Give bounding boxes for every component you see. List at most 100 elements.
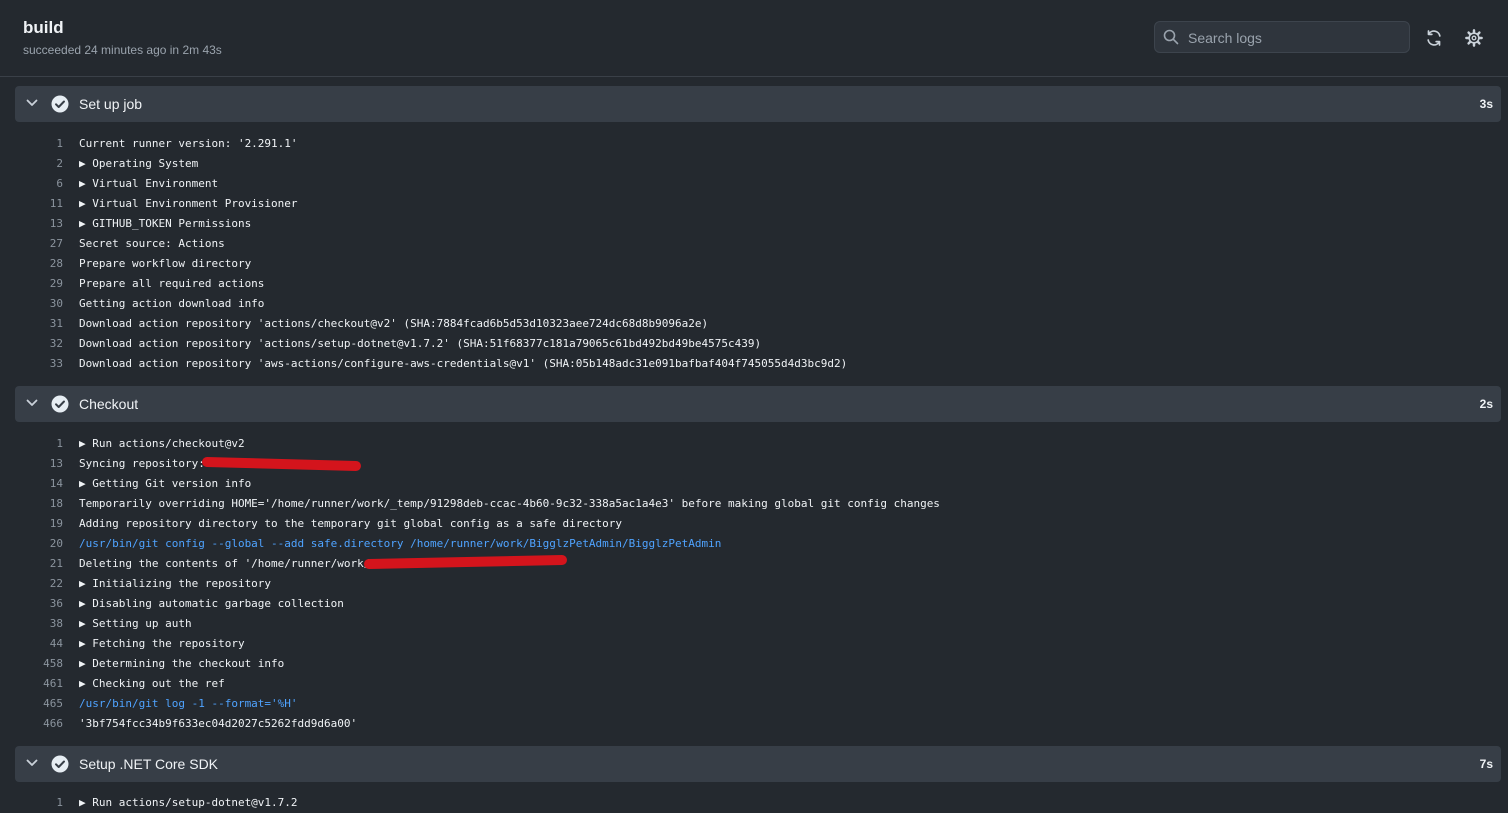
line-text: ▶ Determining the checkout info: [79, 657, 285, 670]
line-text: Download action repository 'aws-actions/…: [79, 357, 848, 370]
line-text: ▶ Operating System: [79, 157, 199, 170]
line-number[interactable]: 14: [50, 474, 63, 494]
line-text: ▶ Fetching the repository: [79, 637, 245, 650]
line-text: ▶ Getting Git version info: [79, 477, 252, 490]
line-number[interactable]: 29: [50, 274, 63, 294]
line-number[interactable]: 22: [50, 574, 63, 594]
line-text: ▶ Setting up auth: [79, 617, 192, 630]
job-title: build: [23, 18, 64, 37]
line-number[interactable]: 30: [50, 294, 63, 314]
line-text: ▶ Initializing the repository: [79, 577, 272, 590]
line-text: ▶ Disabling automatic garbage collection: [79, 597, 344, 610]
log-group-line[interactable]: 458 ▶ Determining the checkout info: [0, 654, 1508, 674]
log-group-line[interactable]: 2 ▶ Operating System: [0, 154, 1508, 174]
log-group-line[interactable]: 11 ▶ Virtual Environment Provisioner: [0, 194, 1508, 214]
check-circle-icon: [51, 395, 69, 413]
log-line: 28 Prepare workflow directory: [0, 254, 1508, 274]
log-line: 31 Download action repository 'actions/ch…: [0, 314, 1508, 334]
log-group-line[interactable]: 22 ▶ Initializing the repository: [0, 574, 1508, 594]
line-number[interactable]: 1: [56, 434, 63, 454]
line-number[interactable]: 1: [56, 134, 63, 154]
line-text: Prepare all required actions: [79, 277, 265, 290]
line-number[interactable]: 36: [50, 594, 63, 614]
step-set-up-job[interactable]: Set up job 3s: [15, 86, 1501, 122]
log-command-line: 465/usr/bin/git log -1 --format='%H': [0, 694, 1508, 714]
gear-icon[interactable]: [1465, 29, 1483, 47]
line-number[interactable]: 466: [43, 714, 63, 734]
search-icon: [1163, 29, 1179, 45]
line-text: Prepare workflow directory: [79, 257, 252, 270]
line-text: Deleting the contents of '/home/runner/w…: [79, 557, 371, 570]
step-setup-dotnet[interactable]: Setup .NET Core SDK 7s: [15, 746, 1501, 782]
line-text: ▶ Virtual Environment Provisioner: [79, 197, 298, 210]
step-duration: 2s: [1479, 397, 1493, 411]
log-group-line[interactable]: 36 ▶ Disabling automatic garbage collecti…: [0, 594, 1508, 614]
line-number[interactable]: 13: [50, 214, 63, 234]
step-duration: 7s: [1479, 757, 1493, 771]
line-number[interactable]: 32: [50, 334, 63, 354]
line-text: '3bf754fcc34b9f633ec04d2027c5262fdd9d6a0…: [79, 717, 358, 730]
log-line: 466 '3bf754fcc34b9f633ec04d2027c5262fdd9d…: [0, 714, 1508, 734]
line-text: Current runner version: '2.291.1': [79, 137, 298, 150]
line-text: Download action repository 'actions/chec…: [79, 317, 709, 330]
log-line: 18 Temporarily overriding HOME='/home/run…: [0, 494, 1508, 514]
line-text: ▶ Run actions/setup-dotnet@v1.7.2: [79, 796, 298, 809]
chevron-down-icon[interactable]: [25, 96, 39, 110]
log-group-line[interactable]: 13 ▶ GITHUB_TOKEN Permissions: [0, 214, 1508, 234]
line-number[interactable]: 458: [43, 654, 63, 674]
log-line: 29 Prepare all required actions: [0, 274, 1508, 294]
log-line: 19 Adding repository directory to the tem…: [0, 514, 1508, 534]
log-line: 32 Download action repository 'actions/se…: [0, 334, 1508, 354]
log-group-line[interactable]: 14 ▶ Getting Git version info: [0, 474, 1508, 494]
line-text: Temporarily overriding HOME='/home/runne…: [79, 497, 940, 510]
search-input[interactable]: [1186, 28, 1405, 48]
line-number[interactable]: 31: [50, 314, 63, 334]
chevron-down-icon[interactable]: [25, 396, 39, 410]
log-group-line[interactable]: 1 ▶ Run actions/setup-dotnet@v1.7.2: [0, 793, 1508, 813]
chevron-down-icon[interactable]: [25, 756, 39, 770]
step-name: Set up job: [79, 96, 143, 112]
check-circle-icon: [51, 755, 69, 773]
line-text: /usr/bin/git log -1 --format='%H': [79, 697, 298, 710]
line-text: Syncing repository:: [79, 457, 212, 470]
line-number[interactable]: 13: [50, 454, 63, 474]
log-line: 30 Getting action download info: [0, 294, 1508, 314]
line-number[interactable]: 44: [50, 634, 63, 654]
log-group-line[interactable]: 461 ▶ Checking out the ref: [0, 674, 1508, 694]
line-number[interactable]: 11: [50, 194, 63, 214]
line-number[interactable]: 20: [50, 534, 63, 554]
line-text: /usr/bin/git config --global --add safe.…: [79, 537, 722, 550]
line-number[interactable]: 28: [50, 254, 63, 274]
log-line: 33 Download action repository 'aws-action…: [0, 354, 1508, 374]
log-group-line[interactable]: 38 ▶ Setting up auth: [0, 614, 1508, 634]
line-text: Getting action download info: [79, 297, 265, 310]
line-number[interactable]: 19: [50, 514, 63, 534]
line-number[interactable]: 2: [56, 154, 63, 174]
log-group-line[interactable]: 6 ▶ Virtual Environment: [0, 174, 1508, 194]
job-status: succeeded 24 minutes ago in 2m 43s: [23, 43, 222, 57]
line-text: Adding repository directory to the tempo…: [79, 517, 623, 530]
line-number[interactable]: 6: [56, 174, 63, 194]
log-group-line[interactable]: 1 ▶ Run actions/checkout@v2: [0, 434, 1508, 454]
step-duration: 3s: [1479, 97, 1493, 111]
line-text: ▶ Virtual Environment: [79, 177, 219, 190]
line-number[interactable]: 461: [43, 674, 63, 694]
line-text: Download action repository 'actions/setu…: [79, 337, 762, 350]
line-number[interactable]: 21: [50, 554, 63, 574]
line-number[interactable]: 38: [50, 614, 63, 634]
line-number[interactable]: 27: [50, 234, 63, 254]
log-line: 21 Deleting the contents of '/home/runner…: [0, 554, 1508, 574]
log-line: 27 Secret source: Actions: [0, 234, 1508, 254]
line-text: ▶ Run actions/checkout@v2: [79, 437, 245, 450]
line-number[interactable]: 33: [50, 354, 63, 374]
line-number[interactable]: 465: [43, 694, 63, 714]
line-number[interactable]: 1: [56, 793, 63, 813]
log-command-line: 20/usr/bin/git config --global --add saf…: [0, 534, 1508, 554]
search-logs[interactable]: [1154, 21, 1410, 53]
refresh-icon[interactable]: [1425, 29, 1443, 47]
log-group-line[interactable]: 44 ▶ Fetching the repository: [0, 634, 1508, 654]
job-header: build succeeded 24 minutes ago in 2m 43s: [0, 0, 1508, 77]
step-checkout[interactable]: Checkout 2s: [15, 386, 1501, 422]
line-number[interactable]: 18: [50, 494, 63, 514]
line-text: ▶ Checking out the ref: [79, 677, 225, 690]
